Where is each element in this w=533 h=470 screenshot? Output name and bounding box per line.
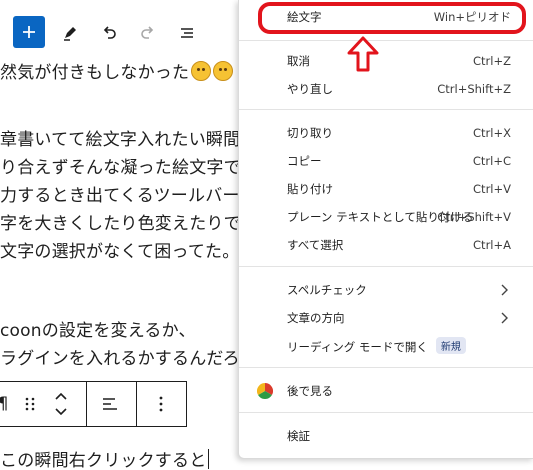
- menu-separator: [239, 367, 533, 368]
- up-arrow-icon: [347, 36, 379, 72]
- menu-item-watch-later[interactable]: 後で見る: [239, 378, 533, 404]
- menu-item-label: すべて選択: [287, 238, 344, 252]
- menu-separator: [239, 412, 533, 413]
- content-line: 然気が付きもしなかった: [0, 58, 240, 82]
- toolbar-divider: [136, 382, 137, 426]
- worried-face-emoji-icon: [191, 61, 212, 81]
- menu-item-shortcut: Ctrl+Shift+Z: [437, 82, 511, 96]
- menu-item-redo[interactable]: やり直し Ctrl+Shift+Z: [239, 76, 533, 102]
- menu-item-label: 取消: [287, 54, 310, 68]
- context-menu: 絵文字 Win+ピリオド 取消 Ctrl+Z やり直し Ctrl+Shift+Z…: [238, 0, 533, 459]
- content-line: ラグインを入れるかするんだろ: [0, 349, 240, 368]
- chevron-right-icon: [501, 284, 508, 296]
- menu-item-paste[interactable]: 貼り付け Ctrl+V: [239, 176, 533, 202]
- menu-item-shortcut: Ctrl+X: [473, 126, 511, 140]
- undo-icon: [103, 26, 116, 39]
- menu-item-label: やり直し: [287, 82, 333, 96]
- editor-toolbar: [0, 0, 240, 62]
- menu-separator: [239, 266, 533, 267]
- watch-later-app-icon: [257, 383, 273, 399]
- content-line: 力するとき出てくるツールバー: [0, 186, 240, 205]
- menu-separator: [239, 109, 533, 110]
- line-text: 然気が付きもしなかった: [0, 63, 190, 82]
- list-view-button[interactable]: [172, 18, 202, 48]
- chevron-right-icon: [501, 312, 508, 324]
- content-line: 文字の選択がなくて困ってた。: [0, 242, 240, 261]
- menu-item-label: スペルチェック: [287, 283, 367, 297]
- redo-icon: [141, 26, 154, 39]
- content-line: り合えずそんな凝った絵文字で: [0, 158, 240, 177]
- worried-face-emoji-icon: [213, 61, 234, 81]
- more-options-button[interactable]: [147, 382, 175, 426]
- menu-item-label: コピー: [287, 154, 322, 168]
- menu-item-label: 貼り付け: [287, 182, 333, 196]
- menu-item-label: 文章の方向: [287, 311, 345, 325]
- menu-item-shortcut: Ctrl+Shift+V: [437, 210, 511, 224]
- content-line: 章書いてて絵文字入れたい瞬間: [0, 130, 240, 149]
- text-caret: [208, 449, 210, 469]
- menu-item-inspect[interactable]: 検証: [239, 423, 533, 449]
- drag-handle[interactable]: [19, 382, 41, 426]
- menu-item-copy[interactable]: コピー Ctrl+C: [239, 148, 533, 174]
- menu-item-text-direction[interactable]: 文章の方向: [239, 305, 533, 331]
- menu-separator: [239, 40, 533, 41]
- toolbar-divider: [86, 382, 87, 426]
- menu-item-shortcut: Ctrl+C: [472, 154, 511, 168]
- drag-handle-icon: [25, 397, 35, 411]
- menu-item-shortcut: Ctrl+A: [473, 238, 511, 252]
- highlight-box: [258, 2, 526, 34]
- menu-item-paste-plain-text[interactable]: プレーン テキストとして貼り付ける Ctrl+Shift+V: [239, 204, 533, 230]
- undo-button[interactable]: [94, 18, 124, 48]
- menu-item-select-all[interactable]: すべて選択 Ctrl+A: [239, 232, 533, 258]
- menu-item-reading-mode[interactable]: リーディング モードで開く 新規: [239, 333, 533, 359]
- list-view-icon: [181, 28, 193, 38]
- block-toolbar: ¶: [0, 381, 187, 427]
- vertical-ellipsis-icon: [159, 396, 163, 412]
- menu-item-cut[interactable]: 切り取り Ctrl+X: [239, 120, 533, 146]
- redo-button[interactable]: [133, 18, 163, 48]
- content-line-current[interactable]: この瞬間右クリックすると: [0, 446, 240, 470]
- menu-item-label: 検証: [287, 429, 310, 443]
- menu-item-label-text: リーディング モードで開く: [287, 340, 428, 354]
- menu-item-label: 後で見る: [287, 384, 333, 398]
- new-badge: 新規: [435, 337, 466, 354]
- menu-item-label: リーディング モードで開く 新規: [287, 337, 466, 355]
- line-text: この瞬間右クリックすると: [0, 451, 207, 470]
- content-line: 字を大きくしたり色変えたりで: [0, 214, 240, 233]
- move-up-down-button[interactable]: [49, 382, 73, 426]
- paragraph-block-icon[interactable]: ¶: [0, 382, 11, 426]
- menu-item-spellcheck[interactable]: スペルチェック: [239, 277, 533, 303]
- align-button[interactable]: [95, 382, 125, 426]
- align-left-icon: [103, 398, 117, 410]
- add-block-button[interactable]: [13, 16, 45, 48]
- menu-item-undo[interactable]: 取消 Ctrl+Z: [239, 48, 533, 74]
- menu-item-shortcut: Ctrl+Z: [473, 54, 511, 68]
- chevron-up-down-icon: [55, 392, 67, 416]
- menu-item-label: 切り取り: [287, 126, 333, 140]
- pen-tool-button[interactable]: [55, 18, 85, 48]
- pen-icon: [64, 27, 76, 41]
- menu-item-shortcut: Ctrl+V: [473, 182, 511, 196]
- plus-icon: [23, 26, 35, 38]
- content-line: coonの設定を変えるか、: [0, 321, 196, 340]
